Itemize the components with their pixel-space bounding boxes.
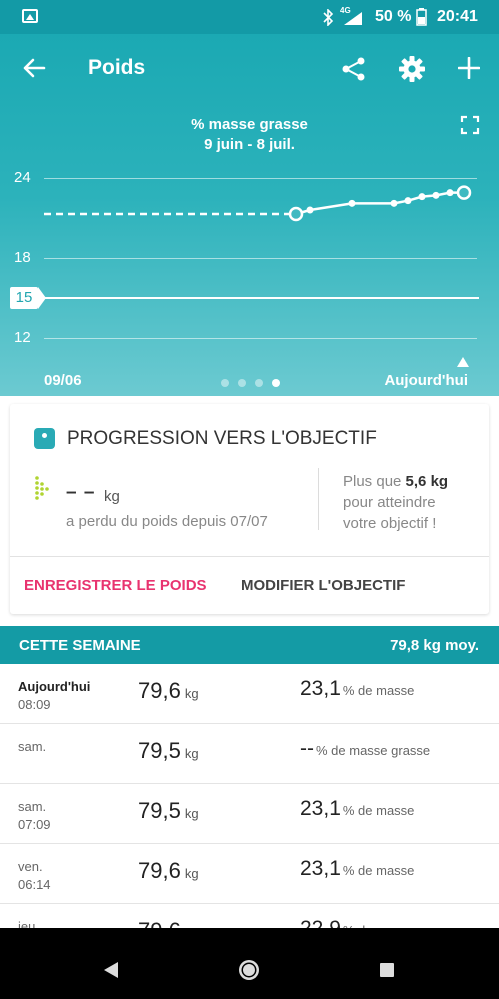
week-average: 79,8 kg moy. — [390, 637, 479, 654]
scale-icon — [34, 428, 55, 449]
entry-fat-label: % de masse grasse — [316, 743, 431, 758]
entry-unit: kg — [184, 746, 199, 761]
data-point[interactable] — [288, 206, 304, 222]
weight-lost-unit: kg — [104, 488, 120, 505]
weight-lost-caption: a perdu du poids depuis 07/07 — [66, 513, 268, 530]
entry-row[interactable]: sam.07:09 79,5kg 23,1% de masse grasse — [0, 784, 499, 844]
entry-fat: 23,1 — [300, 798, 341, 820]
data-point[interactable] — [432, 191, 440, 199]
entry-day: sam. — [18, 739, 47, 754]
data-point[interactable] — [418, 193, 426, 201]
week-label: CETTE SEMAINE — [19, 637, 141, 654]
entry-day: sam. — [18, 799, 47, 814]
remaining-prefix: Plus que — [343, 473, 402, 490]
entry-unit: kg — [184, 686, 199, 701]
entry-weight: 79,5 — [138, 798, 181, 823]
card-divider — [318, 468, 319, 530]
data-point[interactable] — [404, 197, 412, 205]
remaining-line3: votre objectif ! — [343, 515, 437, 532]
entry-time: 07:09 — [18, 817, 51, 832]
entry-day: ven. — [18, 859, 43, 874]
entry-unit: kg — [184, 866, 199, 881]
page-dot[interactable] — [221, 379, 229, 387]
entry-day: Aujourd'hui — [18, 679, 91, 694]
entry-row[interactable]: sam. 79,5 kg --% de masse grasse — [0, 724, 499, 784]
entry-unit: kg — [184, 806, 199, 821]
data-point[interactable] — [306, 206, 314, 214]
body-fat-line-chart — [44, 185, 472, 222]
weight-lost-value: – – — [66, 482, 96, 503]
x-axis-end: Aujourd'hui — [384, 372, 468, 389]
edit-goal-button[interactable]: MODIFIER L'OBJECTIF — [241, 577, 405, 594]
data-point[interactable] — [348, 199, 356, 207]
data-point[interactable] — [456, 185, 472, 200]
log-weight-button[interactable]: ENREGISTRER LE POIDS — [24, 577, 207, 594]
nav-back-icon[interactable] — [103, 962, 119, 978]
x-axis-start: 09/06 — [44, 372, 82, 389]
entry-fat: -- — [300, 738, 314, 760]
chart-page-indicator[interactable] — [221, 374, 289, 387]
entry-time: 08:09 — [18, 697, 51, 712]
progress-arrow-icon — [35, 476, 49, 500]
entry-fat: 23,1 — [300, 678, 341, 700]
page-dot[interactable] — [272, 379, 280, 387]
nav-home-icon[interactable] — [238, 959, 260, 981]
entry-weight: 79,5 — [138, 738, 181, 763]
card-separator — [10, 556, 489, 557]
remaining-text: Plus que 5,6 kg pour atteindre votre obj… — [343, 471, 483, 534]
nav-recents-icon[interactable] — [380, 963, 394, 977]
remaining-line2: pour atteindre — [343, 494, 436, 511]
today-marker-icon — [457, 357, 469, 367]
system-nav-bar — [0, 928, 499, 999]
goal-card-heading: PROGRESSION VERS L'OBJECTIF — [67, 428, 377, 449]
entry-row[interactable]: ven.06:14 79,6kg 23,1% de masse grasse — [0, 844, 499, 904]
data-point[interactable] — [390, 199, 398, 207]
entry-row[interactable]: Aujourd'hui08:09 79,6kg 23,1% de masse g… — [0, 664, 499, 724]
remaining-value: 5,6 kg — [405, 473, 449, 490]
page-dot[interactable] — [255, 379, 263, 387]
entry-weight: 79,6 — [138, 678, 181, 703]
entry-time: 06:14 — [18, 877, 51, 892]
entry-fat: 23,1 — [300, 858, 341, 880]
entry-weight: 79,6 — [138, 858, 181, 883]
week-summary-bar: CETTE SEMAINE 79,8 kg moy. — [0, 626, 499, 664]
data-point[interactable] — [446, 189, 454, 197]
page-dot[interactable] — [238, 379, 246, 387]
